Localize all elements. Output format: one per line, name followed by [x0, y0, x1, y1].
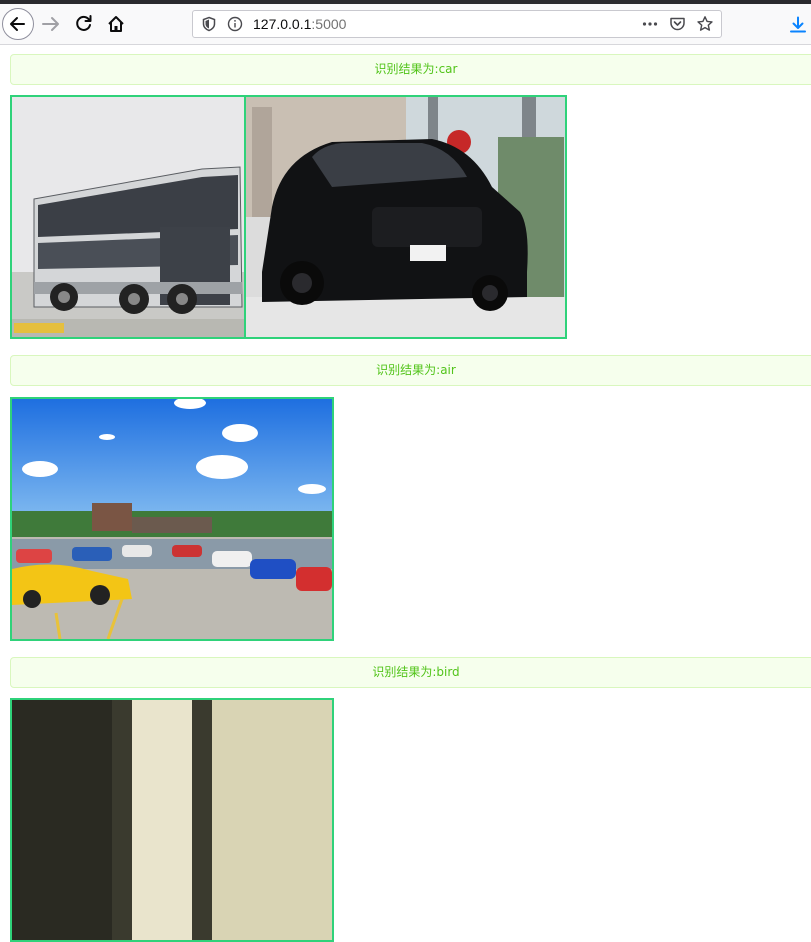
- url-port: :5000: [311, 16, 347, 32]
- uploaded-image-bird: [10, 698, 334, 942]
- reload-button[interactable]: [68, 8, 100, 40]
- forward-button[interactable]: [36, 8, 68, 40]
- url-text[interactable]: 127.0.0.1:5000: [253, 16, 346, 32]
- parking-lot-photo: [12, 399, 332, 639]
- download-icon[interactable]: [789, 16, 807, 34]
- url-host: 127.0.0.1: [253, 16, 312, 32]
- vehicles-photo: [12, 97, 565, 337]
- uploaded-image-car: [10, 95, 567, 339]
- result-alert-air: 识别结果为:air: [10, 355, 811, 386]
- bird-photo: [12, 700, 332, 940]
- site-info-icon[interactable]: [227, 16, 243, 32]
- tracking-shield-icon[interactable]: [201, 16, 217, 32]
- pocket-icon[interactable]: [669, 16, 686, 32]
- forward-arrow-icon: [42, 17, 59, 31]
- result-alert-bird: 识别结果为:bird: [10, 657, 811, 688]
- star-icon[interactable]: [696, 15, 714, 33]
- back-button[interactable]: [2, 8, 34, 40]
- uploaded-image-air: [10, 397, 334, 641]
- home-icon: [108, 16, 124, 32]
- reload-icon: [76, 15, 92, 31]
- result-label: 识别结果为:bird: [372, 665, 460, 679]
- result-label: 识别结果为:air: [376, 363, 456, 377]
- page-actions-icon[interactable]: [641, 15, 659, 33]
- address-bar[interactable]: 127.0.0.1:5000: [192, 10, 722, 38]
- home-button[interactable]: [100, 8, 132, 40]
- back-arrow-icon: [10, 17, 25, 31]
- result-alert-car: 识别结果为:car: [10, 54, 811, 85]
- result-label: 识别结果为:car: [374, 62, 458, 76]
- browser-toolbar: 127.0.0.1:5000: [0, 4, 811, 45]
